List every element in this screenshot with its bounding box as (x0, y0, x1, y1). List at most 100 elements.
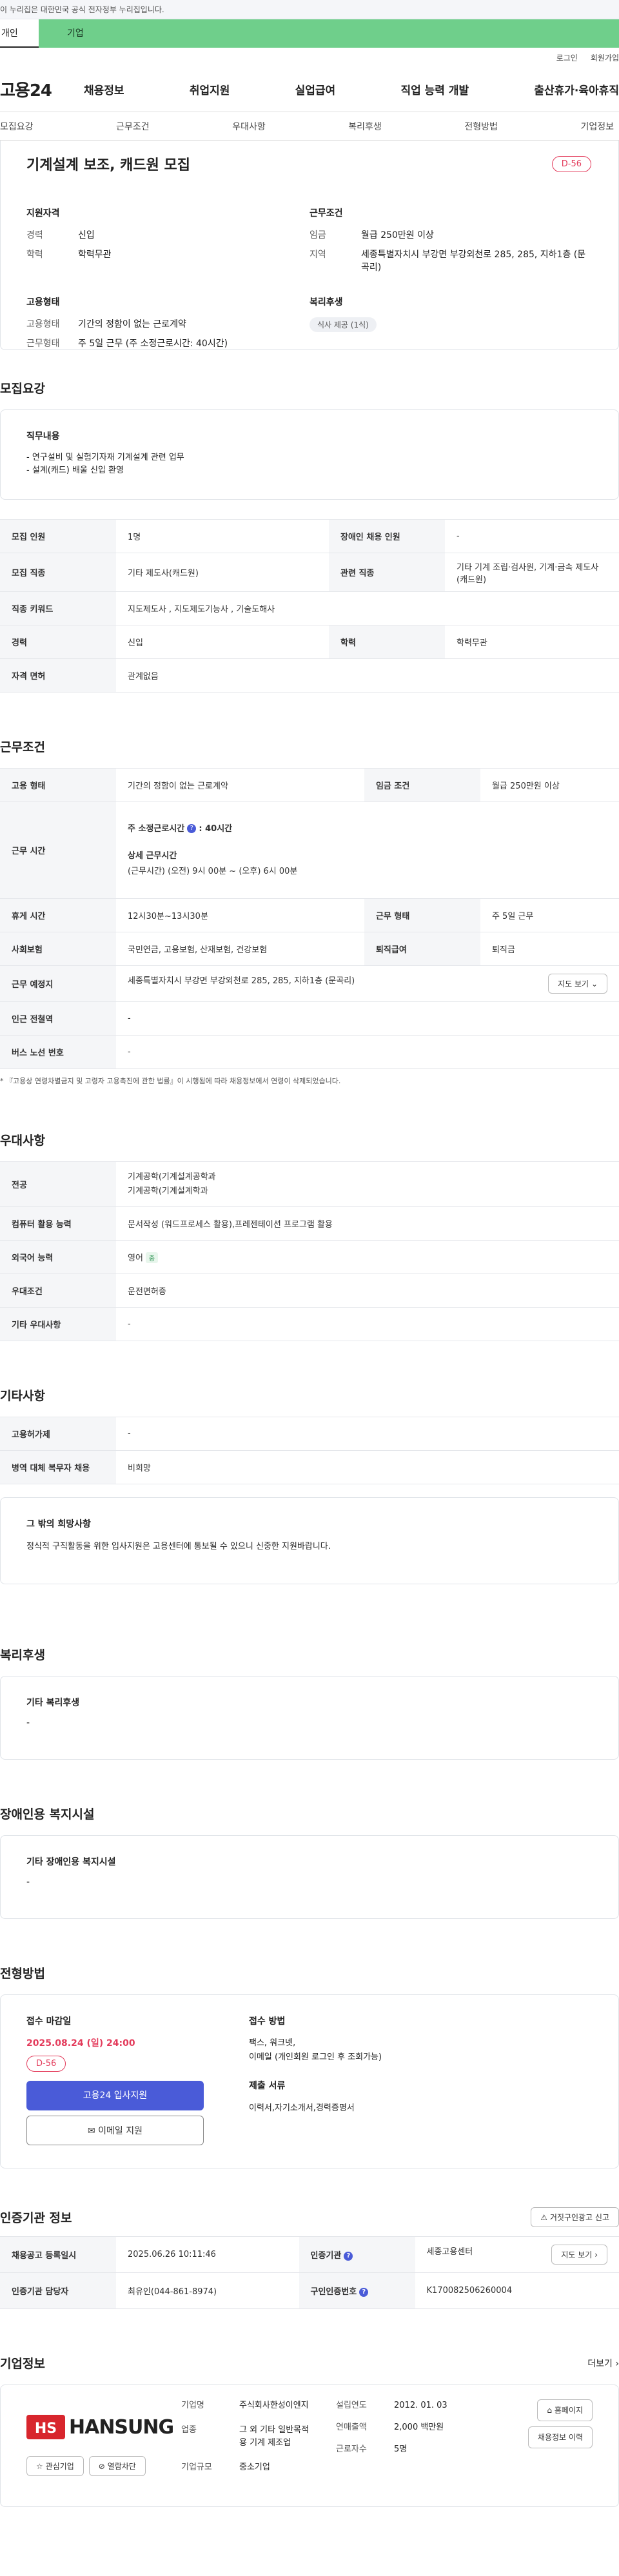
welfare-value: - (26, 1718, 30, 1728)
emp-title: 고용형태 (26, 297, 60, 308)
mail-icon: ✉ (87, 2126, 95, 2136)
signup-link[interactable]: 회원가입 (591, 52, 619, 63)
svg-text:HS: HS (35, 2421, 57, 2437)
tab-apply[interactable]: 전형방법 (464, 120, 498, 133)
cell-value: 퇴직금 (480, 932, 619, 966)
company-title: 기업정보 (0, 2357, 45, 2371)
cell-value: 지도제도사 , 지도제도기능사 , 기술도해사 (116, 591, 619, 625)
cell-key: 외국어 능력 (0, 1240, 116, 1274)
login-link[interactable]: 로그인 (556, 52, 578, 63)
job-history-button[interactable]: 채용정보 이력 (527, 2426, 593, 2448)
size-label: 기업규모 (181, 2463, 212, 2472)
cell-key: 퇴직급여 (364, 932, 480, 966)
nav-unemployment-benefit[interactable]: 실업급여 (295, 81, 336, 97)
deadline-label: 접수 마감일 (26, 2016, 72, 2027)
tab-company-info[interactable]: 기업정보 (580, 120, 614, 133)
info-icon[interactable]: ? (359, 2287, 369, 2297)
qual-title: 지원자격 (26, 208, 60, 219)
star-icon: ☆ (36, 2462, 43, 2471)
fav-company-button[interactable]: ☆ 관심기업 (26, 2456, 84, 2476)
cell-key: 채용공고 등록일시 (0, 2236, 116, 2273)
block-button[interactable]: ⊘ 열람차단 (88, 2456, 146, 2476)
lang-level-badge: 중 (145, 1252, 159, 1263)
ind-value: 그 외 기타 일반목적용 기계 제조업 (239, 2425, 310, 2448)
extra-title: 그 밖의 희망사항 (26, 1519, 91, 1529)
est-value: 2012. 01. 03 (394, 2401, 447, 2410)
alert-icon: ⚠ (540, 2213, 548, 2222)
cell-value: 관계없음 (116, 658, 619, 693)
sales-value: 2,000 백만원 (394, 2423, 444, 2432)
cell-key: 고용허가제 (0, 1417, 116, 1451)
tab-welfare[interactable]: 복리후생 (348, 120, 382, 133)
detail-hours-value: (근무시간) (오전) 9시 00분 ~ (오후) 6시 00분 (128, 866, 298, 876)
cell-key: 경력 (0, 625, 116, 659)
email-apply-button[interactable]: ✉ 이메일 지원 (26, 2116, 204, 2145)
hours-label: 근무형태 (26, 339, 60, 349)
cell-value: - (116, 1307, 619, 1341)
nav-maternity-leave[interactable]: 출산휴가·육아휴직 (534, 81, 619, 97)
disab-box: 기타 장애인용 복지시설 - (0, 1835, 619, 1919)
cell-key: 기타 우대사항 (0, 1307, 116, 1341)
apply-title: 전형방법 (0, 1967, 45, 1981)
nav-training[interactable]: 직업 능력 개발 (400, 81, 469, 97)
cell-key: 임금 조건 (364, 768, 480, 802)
agency-table: 채용공고 등록일시 2025.06.26 10:11:46 인증기관? 세종고용센터 지… (0, 2236, 619, 2309)
section-tabs: 모집요강 근무조건 우대사항 복리후생 전형방법 기업정보 (0, 112, 619, 141)
cell-value: 국민연금, 고용보험, 산재보험, 건강보험 (116, 932, 364, 966)
cell-value: K170082506260004 (415, 2272, 619, 2309)
disab-title: 장애인용 복지시설 (0, 1807, 95, 1822)
wage-label: 임금 (310, 230, 326, 241)
cell-value: - (445, 519, 619, 553)
report-button[interactable]: ⚠ 거짓구인광고 신고 (531, 2207, 619, 2227)
home-icon: ⌂ (547, 2406, 552, 2415)
cell-key: 근무 예정지 (0, 965, 116, 1002)
util-links: 로그인 회원가입 (0, 48, 619, 67)
sales-label: 연매출액 (336, 2423, 367, 2432)
cell-key: 모집 인원 (0, 519, 116, 553)
homepage-button[interactable]: ⌂ 홈페이지 (537, 2399, 593, 2421)
region-value: 세종특별자치시 부강면 부강외천로 285, 285, 지하1층 (문곡리) (361, 250, 586, 273)
region-label: 지역 (310, 250, 326, 260)
company-box: HS HANSUNG ☆ 관심기업 ⊘ 열람차단 기업명 주식회사한성이엔지 업종… (0, 2384, 619, 2507)
name-value: 주식회사한성이엔지 (239, 2401, 309, 2410)
cell-value: - (116, 1417, 619, 1451)
info-icon[interactable]: ? (187, 824, 197, 833)
other-table: 고용허가제 - 병역 대체 복무자 채용 비희망 (0, 1417, 619, 1484)
tab-work[interactable]: 근무조건 (116, 120, 150, 133)
cell-key: 인근 전철역 (0, 1001, 116, 1036)
chevron-right-icon: › (615, 2358, 619, 2369)
cell-value: 운전면허증 (116, 1273, 619, 1308)
nav-employment-support[interactable]: 취업지원 (190, 81, 230, 97)
global-nav: 고용24 채용정보 취업지원 실업급여 직업 능력 개발 출산휴가·육아휴직 (0, 67, 619, 112)
agency-map-button[interactable]: 지도 보기 › (551, 2245, 607, 2265)
tab-personal[interactable]: 개인 (0, 19, 39, 48)
agency-title: 인증기관 정보 (0, 2211, 72, 2225)
info-icon[interactable]: ? (344, 2251, 353, 2261)
gov-banner: 이 누리집은 대한민국 공식 전자정부 누리집입니다. (0, 0, 619, 19)
cell-value: 문서작성 (워드프로세스 활용),프레젠테이션 프로그램 활용 (116, 1206, 619, 1241)
tab-recruit[interactable]: 모집요강 (0, 120, 34, 133)
apply-button[interactable]: 고용24 입사지원 (26, 2081, 204, 2110)
work-title: 근무조건 (0, 740, 45, 754)
map-button[interactable]: 지도 보기 ⌄ (548, 974, 607, 994)
detail-hours-label: 상세 근무시간 (128, 850, 177, 861)
company-more-link[interactable]: 더보기 › (587, 2357, 619, 2370)
est-label: 설립연도 (336, 2401, 367, 2410)
wage-value: 월급 250만원 이상 (361, 230, 434, 241)
tab-pref[interactable]: 우대사항 (232, 120, 266, 133)
nav-job-info[interactable]: 채용정보 (84, 81, 124, 97)
doc-value: 이력서,자기소개서,경력증명서 (249, 2103, 355, 2113)
cell-key: 직종 키워드 (0, 591, 116, 625)
edu-label: 학력 (26, 250, 43, 260)
recruit-title: 모집요강 (0, 382, 45, 396)
work-table: 고용 형태 기간의 정함이 없는 근로계약 임금 조건 월급 250만원 이상 근무 … (0, 768, 619, 1069)
tab-company[interactable]: 기업 (39, 19, 619, 48)
cell-key: 사회보험 (0, 932, 116, 966)
chevron-down-icon: ⌄ (591, 979, 598, 988)
emp-label: 고용형태 (26, 319, 60, 329)
chevron-right-icon: › (594, 2250, 598, 2259)
extra-box: 그 밖의 희망사항 정식적 구직활동을 위한 입사지원은 고용센터에 통보될 수… (0, 1497, 619, 1584)
pref-title: 우대사항 (0, 1134, 45, 1148)
cell-value: 학력무관 (445, 625, 619, 659)
site-logo[interactable]: 고용24 (0, 77, 64, 101)
